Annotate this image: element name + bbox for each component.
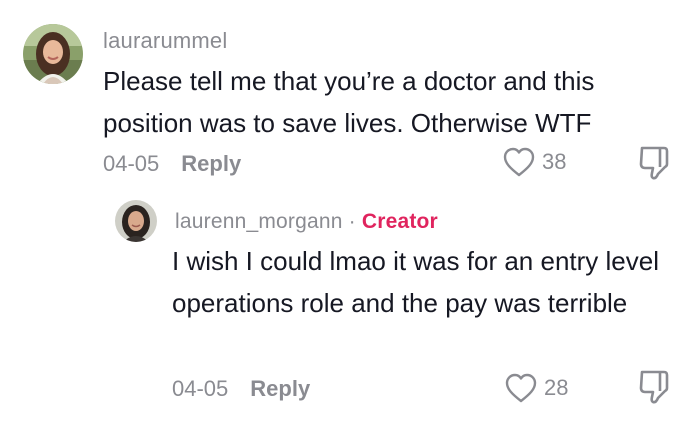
separator-dot: · (348, 210, 356, 233)
like-count: 28 (544, 375, 569, 400)
username-row: laurenn_morgann · Creator (175, 210, 438, 234)
comment-text: I wish I could lmao it was for an entry … (172, 246, 659, 318)
creator-badge: Creator (361, 210, 438, 233)
comment-date: 04-05 (172, 376, 229, 401)
heart-icon (503, 147, 535, 177)
avatar-image (115, 200, 157, 242)
comment-thread: laurarummel Please tell me that you’re a… (0, 0, 700, 425)
reply-button[interactable]: Reply (250, 376, 310, 402)
like-button[interactable]: 38 (502, 146, 566, 178)
thumbs-down-icon[interactable] (636, 143, 676, 183)
creator-avatar[interactable] (115, 200, 157, 242)
username[interactable]: laurarummel (103, 28, 227, 54)
heart-icon (505, 373, 537, 403)
comment-meta: 04-05 Reply (172, 376, 310, 402)
thumbs-down-icon[interactable] (636, 367, 676, 407)
comment-text: Please tell me that you’re a doctor and … (103, 66, 595, 138)
avatar-image (23, 24, 83, 84)
user-avatar[interactable] (23, 24, 83, 84)
reply-button[interactable]: Reply (181, 151, 241, 177)
comment: laurarummel Please tell me that you’re a… (0, 0, 700, 190)
username[interactable]: laurenn_morgann (175, 210, 343, 233)
like-count: 38 (542, 149, 567, 174)
comment-meta: 04-05 Reply (103, 151, 241, 177)
like-button[interactable]: 28 (504, 372, 568, 404)
comment-date: 04-05 (103, 151, 160, 176)
